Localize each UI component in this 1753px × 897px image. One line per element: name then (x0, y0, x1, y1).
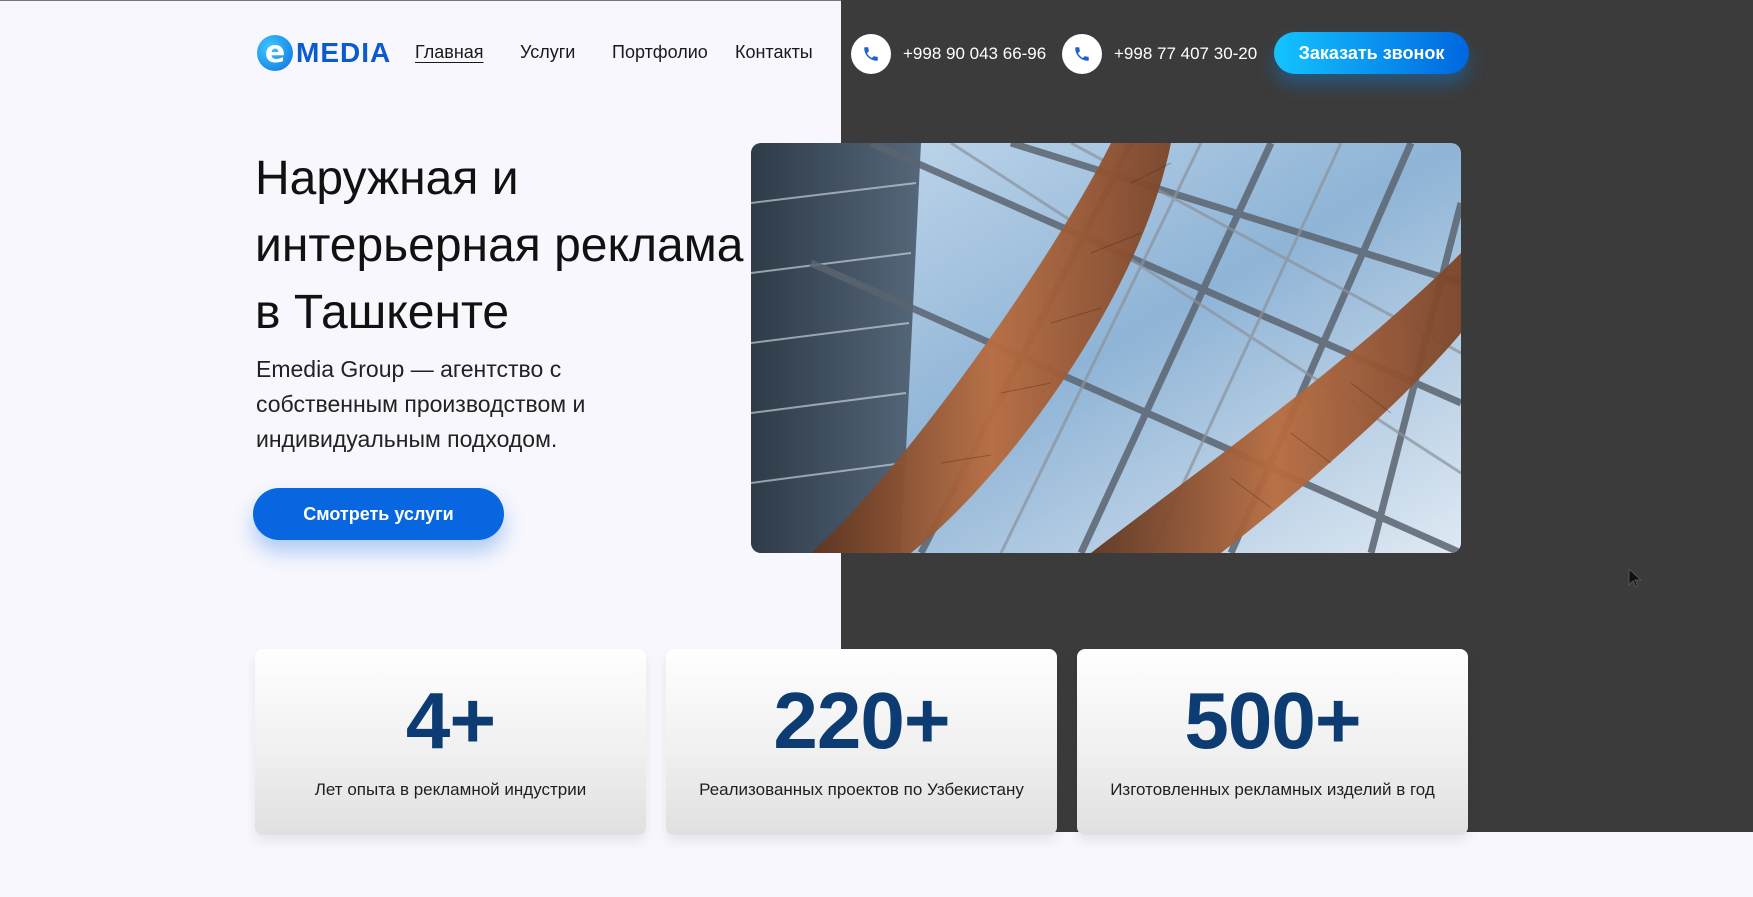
stat-label: Лет опыта в рекламной индустрии (314, 780, 587, 799)
stat-value: 500+ (1184, 676, 1361, 765)
phone-link-1[interactable]: +998 90 043 66-96 (851, 34, 1046, 74)
logo[interactable]: e MEDIA (257, 33, 391, 73)
phone-icon (1062, 34, 1102, 74)
logo-text: MEDIA (296, 37, 392, 68)
nav-services[interactable]: Услуги (520, 42, 575, 63)
hero-title: Наружная и интерьерная реклама в Ташкент… (255, 152, 744, 339)
hero-image (751, 143, 1461, 553)
phone-icon (851, 34, 891, 74)
stat-label: Изготовленных рекламных изделий в год (1110, 780, 1435, 799)
nav-portfolio[interactable]: Портфолио (612, 42, 708, 63)
stat-card-projects: 220+ Реализованных проектов по Узбекиста… (666, 649, 1057, 835)
stat-value: 4+ (405, 676, 496, 765)
logo-mark: e (257, 35, 293, 71)
stat-card-experience: 4+ Лет опыта в рекламной индустрии (255, 649, 646, 835)
nav-home[interactable]: Главная (415, 42, 484, 63)
order-call-button[interactable]: Заказать звонок (1274, 32, 1469, 74)
stat-card-products: 500+ Изготовленных рекламных изделий в г… (1077, 649, 1468, 835)
stat-label: Реализованных проектов по Узбекистану (699, 780, 1024, 799)
nav-contacts[interactable]: Контакты (735, 42, 813, 63)
stat-value: 220+ (773, 676, 950, 765)
phone-number: +998 90 043 66-96 (903, 44, 1047, 63)
view-services-button[interactable]: Смотреть услуги (253, 488, 504, 540)
phone-link-2[interactable]: +998 77 407 30-20 (1062, 34, 1257, 74)
phone-number: +998 77 407 30-20 (1114, 44, 1258, 63)
hero-subtitle: Emedia Group — агентство с собственным п… (256, 356, 586, 452)
mouse-pointer-icon (1628, 567, 1644, 593)
